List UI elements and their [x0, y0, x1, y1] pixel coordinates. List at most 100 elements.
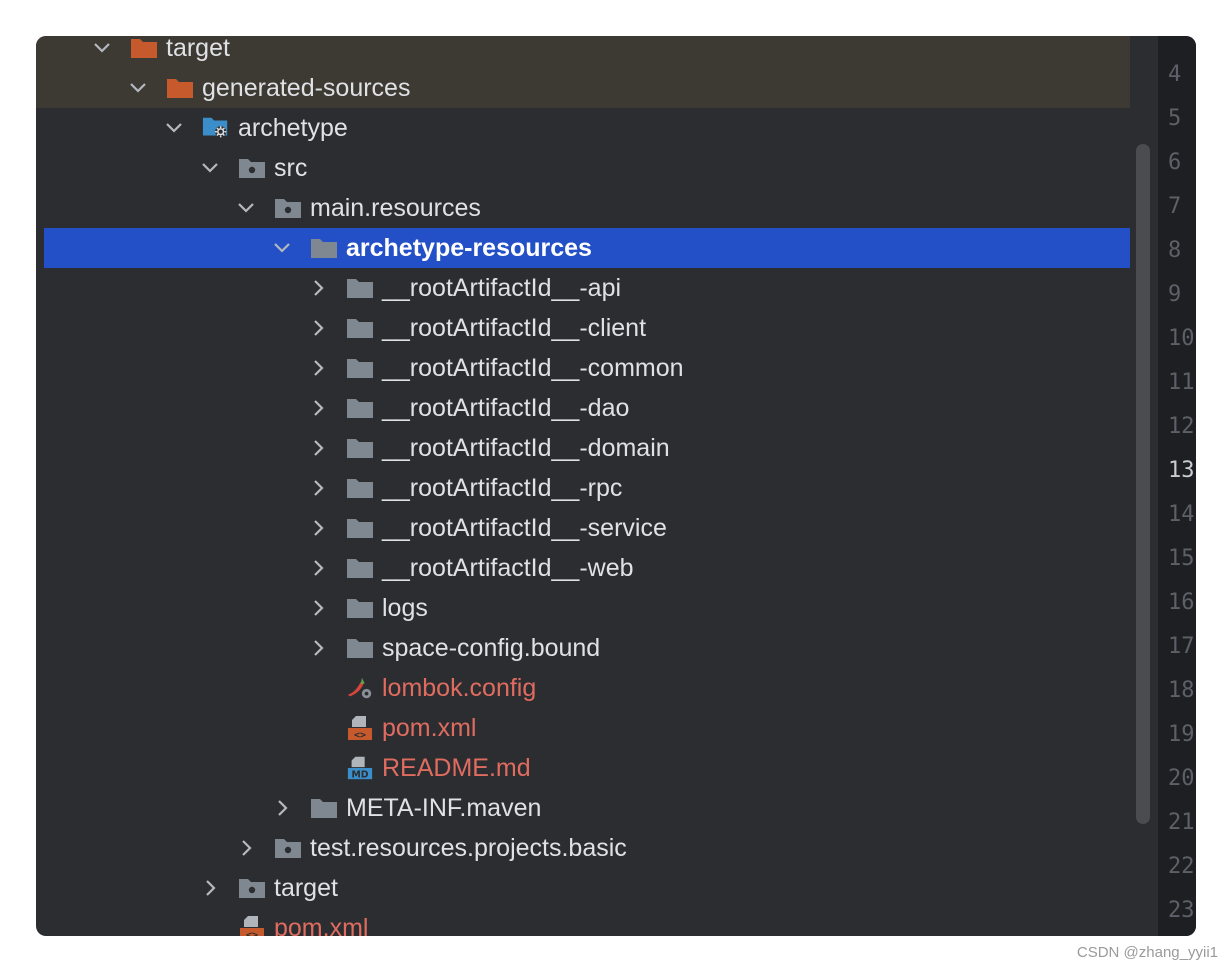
- tree-item-label: __rootArtifactId__-dao: [382, 394, 630, 422]
- chevron-down-icon[interactable]: [200, 158, 220, 178]
- tree-item[interactable]: __rootArtifactId__-common: [36, 348, 1130, 388]
- folder-icon: [346, 276, 374, 300]
- chevron-down-icon[interactable]: [128, 78, 148, 98]
- tree-item-label: __rootArtifactId__-web: [382, 554, 634, 582]
- excluded-folder-icon: [166, 76, 194, 100]
- tree-item[interactable]: logs: [36, 588, 1130, 628]
- tree-item-label: __rootArtifactId__-domain: [382, 434, 670, 462]
- tree-item-label: __rootArtifactId__-api: [382, 274, 622, 302]
- xml-file-icon: <>: [238, 916, 266, 936]
- chevron-right-icon[interactable]: [308, 438, 328, 458]
- line-number: 18: [1168, 678, 1195, 703]
- line-number: 9: [1168, 282, 1182, 307]
- line-number: 15: [1168, 546, 1195, 571]
- line-number: 5: [1168, 106, 1182, 131]
- folder-icon: [346, 436, 374, 460]
- tree-item[interactable]: __rootArtifactId__-client: [36, 308, 1130, 348]
- tree-item-label: pom.xml: [382, 714, 477, 742]
- line-number: 8: [1168, 238, 1182, 263]
- tree-item[interactable]: META-INF.maven: [36, 788, 1130, 828]
- excluded-folder-icon: [130, 36, 158, 60]
- project-tree: target generated-sources archetype src main.…: [36, 36, 1130, 936]
- folder-icon: [346, 396, 374, 420]
- xml-file-icon: <>: [346, 716, 374, 741]
- tree-item[interactable]: space-config.bound: [36, 628, 1130, 668]
- tree-item[interactable]: lombok.config: [36, 668, 1130, 708]
- chevron-right-icon[interactable]: [308, 278, 328, 298]
- markdown-file-icon: MD: [346, 756, 374, 780]
- chevron-down-icon[interactable]: [92, 38, 112, 58]
- folder-icon: [346, 476, 374, 500]
- chevron-right-icon[interactable]: [308, 358, 328, 378]
- tree-item[interactable]: __rootArtifactId__-service: [36, 508, 1130, 548]
- folder-icon: [346, 556, 374, 580]
- tree-item-label: space-config.bound: [382, 634, 601, 662]
- tree-item[interactable]: target: [36, 868, 1130, 908]
- line-number: 23: [1168, 898, 1195, 923]
- module-folder-icon: [202, 116, 230, 140]
- line-number: 21: [1168, 810, 1195, 835]
- editor-line-gutter: 4 5 6 7 8 9 10 11 12 13 14 15 16 17 18 19 20 21 22 23: [1158, 36, 1196, 936]
- tree-item[interactable]: __rootArtifactId__-rpc: [36, 468, 1130, 508]
- tree-item[interactable]: test.resources.projects.basic: [36, 828, 1130, 868]
- tree-item-label: __rootArtifactId__-service: [382, 514, 667, 542]
- chevron-down-icon[interactable]: [272, 238, 292, 258]
- svg-text:<>: <>: [246, 930, 258, 936]
- chevron-right-icon[interactable]: [308, 598, 328, 618]
- chevron-right-icon[interactable]: [308, 518, 328, 538]
- source-folder-icon: [274, 196, 302, 220]
- line-number: 4: [1168, 62, 1182, 87]
- line-number: 7: [1168, 194, 1182, 219]
- tree-item-label: lombok.config: [382, 674, 537, 702]
- tree-item-label: src: [274, 154, 308, 182]
- folder-icon: [310, 796, 338, 820]
- tree-item[interactable]: target: [36, 36, 1130, 68]
- chevron-right-icon[interactable]: [308, 558, 328, 578]
- source-folder-icon: [274, 836, 302, 860]
- tree-item[interactable]: archetype-resources: [44, 228, 1130, 268]
- tree-item[interactable]: generated-sources: [36, 68, 1130, 108]
- chevron-right-icon[interactable]: [236, 838, 256, 858]
- chevron-right-icon[interactable]: [308, 638, 328, 658]
- folder-icon: [310, 236, 338, 260]
- tree-item[interactable]: __rootArtifactId__-web: [36, 548, 1130, 588]
- tree-item-label: __rootArtifactId__-client: [382, 314, 647, 342]
- tree-item-label: META-INF.maven: [346, 794, 542, 822]
- tree-item[interactable]: __rootArtifactId__-api: [36, 268, 1130, 308]
- tree-item-label: target: [166, 36, 230, 62]
- tree-item-label: pom.xml: [274, 914, 369, 936]
- tree-item[interactable]: __rootArtifactId__-domain: [36, 428, 1130, 468]
- tree-item[interactable]: __rootArtifactId__-dao: [36, 388, 1130, 428]
- tree-item-label: __rootArtifactId__-rpc: [382, 474, 623, 502]
- tree-item[interactable]: src: [36, 148, 1130, 188]
- folder-icon: [346, 516, 374, 540]
- chevron-right-icon[interactable]: [200, 878, 220, 898]
- tree-item-label: __rootArtifactId__-common: [382, 354, 684, 382]
- tree-item[interactable]: archetype: [36, 108, 1130, 148]
- folder-icon: [346, 636, 374, 660]
- lombok-config-icon: [346, 676, 374, 700]
- scrollbar-thumb[interactable]: [1136, 144, 1150, 824]
- tree-item-label: archetype-resources: [346, 234, 592, 262]
- tree-item[interactable]: <> pom.xml: [36, 708, 1130, 748]
- source-folder-icon: [238, 876, 266, 900]
- tree-item-label: target: [274, 874, 338, 902]
- line-number: 22: [1168, 854, 1195, 879]
- chevron-right-icon[interactable]: [308, 398, 328, 418]
- line-number: 14: [1168, 502, 1195, 527]
- project-tool-window: target generated-sources archetype src main.…: [36, 36, 1196, 936]
- tree-item-label: test.resources.projects.basic: [310, 834, 627, 862]
- tree-item[interactable]: MD README.md: [36, 748, 1130, 788]
- line-number: 16: [1168, 590, 1195, 615]
- tree-item[interactable]: main.resources: [36, 188, 1130, 228]
- chevron-down-icon[interactable]: [236, 198, 256, 218]
- tree-item-label: generated-sources: [202, 74, 411, 102]
- tree-item[interactable]: <> pom.xml: [36, 908, 1130, 936]
- line-number: 11: [1168, 370, 1195, 395]
- chevron-right-icon[interactable]: [272, 798, 292, 818]
- svg-text:MD: MD: [351, 769, 368, 780]
- chevron-down-icon[interactable]: [164, 118, 184, 138]
- line-number: 13: [1168, 458, 1195, 483]
- chevron-right-icon[interactable]: [308, 318, 328, 338]
- chevron-right-icon[interactable]: [308, 478, 328, 498]
